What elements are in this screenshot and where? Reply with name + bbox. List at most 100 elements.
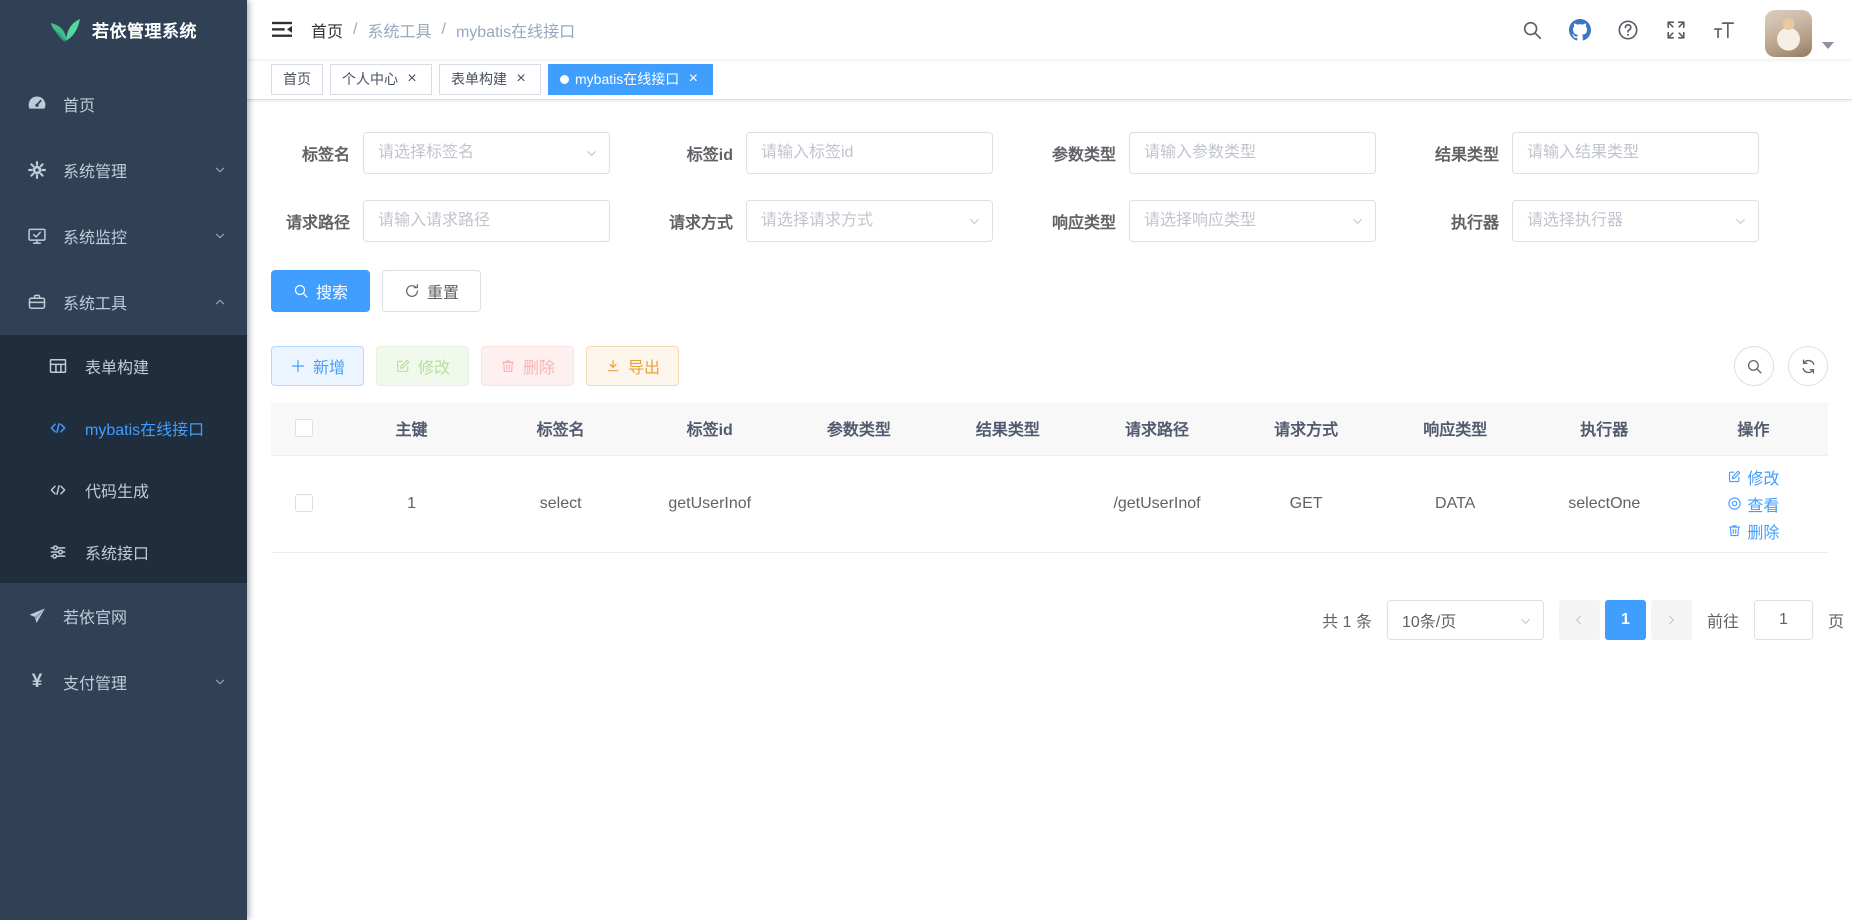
column-header: 主键 xyxy=(337,402,486,455)
yen-icon: ¥ xyxy=(27,671,47,693)
export-button[interactable]: 导出 xyxy=(586,346,679,386)
total-count: 共 1 条 xyxy=(1322,608,1372,632)
filter-form: 标签名 标签id 参数类型 xyxy=(271,132,1828,242)
row-edit-link[interactable]: 修改 xyxy=(1727,465,1779,489)
sidebar-toggle-icon[interactable] xyxy=(247,20,311,40)
fullscreen-icon[interactable] xyxy=(1665,19,1687,41)
reset-button[interactable]: 重置 xyxy=(382,270,481,312)
download-icon xyxy=(605,358,621,374)
filter-param-type: 参数类型 xyxy=(1037,132,1420,174)
link-label: 查看 xyxy=(1747,492,1779,516)
goto-page-input[interactable] xyxy=(1754,600,1813,640)
button-label: 删除 xyxy=(523,354,555,378)
tab-form-build[interactable]: 表单构建 × xyxy=(439,64,541,95)
tab-profile[interactable]: 个人中心 × xyxy=(330,64,432,95)
avatar[interactable] xyxy=(1765,10,1812,57)
sidebar: 若依管理系统 首页 xyxy=(0,0,247,920)
navbar-actions xyxy=(1521,2,1834,57)
add-button[interactable]: 新增 xyxy=(271,346,364,386)
sidebar-item-label: 系统工具 xyxy=(63,290,213,314)
breadcrumb-separator: / xyxy=(441,21,445,39)
gear-icon xyxy=(27,160,47,180)
search-actions: 搜索 重置 xyxy=(271,270,1828,312)
eye-icon xyxy=(1727,496,1742,511)
button-label: 新增 xyxy=(313,354,345,378)
user-menu[interactable] xyxy=(1765,2,1834,57)
tab-mybatis[interactable]: mybatis在线接口 × xyxy=(548,64,713,95)
pager: 1 xyxy=(1559,600,1692,640)
field-label: 执行器 xyxy=(1420,209,1512,233)
cell-label-name: select xyxy=(486,455,635,552)
field-label: 结果类型 xyxy=(1420,141,1512,165)
sidebar-item-system-tools[interactable]: 系统工具 xyxy=(0,269,247,335)
filter-result-type: 结果类型 xyxy=(1420,132,1803,174)
page-size-select[interactable]: 10条/页 xyxy=(1387,600,1544,640)
sidebar-item-system-api[interactable]: 系统接口 xyxy=(0,521,247,583)
search-button[interactable]: 搜索 xyxy=(271,270,370,312)
sidebar-item-form-build[interactable]: 表单构建 xyxy=(0,335,247,397)
request-method-select[interactable] xyxy=(746,200,993,242)
tab-label: mybatis在线接口 xyxy=(575,69,679,89)
sidebar-item-official-site[interactable]: 若依官网 xyxy=(0,583,247,649)
button-label: 搜索 xyxy=(316,279,348,303)
executor-select[interactable] xyxy=(1512,200,1759,242)
font-size-icon[interactable] xyxy=(1713,19,1735,41)
param-type-input[interactable] xyxy=(1129,132,1376,174)
row-delete-link[interactable]: 删除 xyxy=(1727,519,1779,543)
delete-button[interactable]: 删除 xyxy=(481,346,574,386)
refresh-table-button[interactable] xyxy=(1788,346,1828,386)
refresh-icon xyxy=(1800,358,1817,375)
page-number-current[interactable]: 1 xyxy=(1605,600,1646,640)
sidebar-item-payment[interactable]: ¥ 支付管理 xyxy=(0,649,247,715)
result-type-input[interactable] xyxy=(1512,132,1759,174)
github-icon[interactable] xyxy=(1569,19,1591,41)
search-icon[interactable] xyxy=(1521,19,1543,41)
close-icon[interactable]: × xyxy=(513,71,529,87)
row-view-link[interactable]: 查看 xyxy=(1727,492,1779,516)
search-icon xyxy=(293,283,309,299)
cell-request-path: /getUserInof xyxy=(1082,455,1231,552)
toolbox-icon xyxy=(27,292,47,312)
goto-label: 前往 xyxy=(1707,608,1739,632)
sidebar-item-label: 系统接口 xyxy=(85,540,227,564)
close-icon[interactable]: × xyxy=(685,71,701,87)
breadcrumb-current: mybatis在线接口 xyxy=(456,18,575,42)
row-checkbox[interactable] xyxy=(295,494,313,512)
prev-page-button[interactable] xyxy=(1559,600,1600,640)
tab-label: 表单构建 xyxy=(451,69,507,89)
sidebar-item-home[interactable]: 首页 xyxy=(0,71,247,137)
sidebar-item-code-gen[interactable]: 代码生成 xyxy=(0,459,247,521)
label-id-input[interactable] xyxy=(746,132,993,174)
breadcrumb-home[interactable]: 首页 xyxy=(311,18,343,42)
sidebar-item-label: 代码生成 xyxy=(85,478,227,502)
close-icon[interactable]: × xyxy=(404,71,420,87)
cell-result-type xyxy=(933,455,1082,552)
plus-icon xyxy=(290,358,306,374)
sidebar-item-label: 首页 xyxy=(63,92,227,116)
link-label: 修改 xyxy=(1747,465,1779,489)
field-label: 响应类型 xyxy=(1037,209,1129,233)
sidebar-item-mybatis[interactable]: mybatis在线接口 xyxy=(0,397,247,459)
tab-home[interactable]: 首页 xyxy=(271,64,323,95)
button-label: 修改 xyxy=(418,354,450,378)
button-label: 重置 xyxy=(427,279,459,303)
response-type-select[interactable] xyxy=(1129,200,1376,242)
help-icon[interactable] xyxy=(1617,19,1639,41)
column-header: 参数类型 xyxy=(784,402,933,455)
table-row[interactable]: 1 select getUserInof /getUserInof GET DA… xyxy=(271,455,1828,552)
next-page-button[interactable] xyxy=(1651,600,1692,640)
tab-label: 个人中心 xyxy=(342,69,398,89)
toggle-search-button[interactable] xyxy=(1734,346,1774,386)
request-path-input[interactable] xyxy=(363,200,610,242)
label-name-select[interactable] xyxy=(363,132,610,174)
select-all-checkbox[interactable] xyxy=(295,419,313,437)
cell-executor: selectOne xyxy=(1530,455,1679,552)
search-icon xyxy=(1746,358,1763,375)
edit-button[interactable]: 修改 xyxy=(376,346,469,386)
tab-active-dot xyxy=(560,75,569,84)
edit-icon xyxy=(1727,469,1742,484)
filter-request-method: 请求方式 xyxy=(654,200,1037,242)
sidebar-item-system-monitor[interactable]: 系统监控 xyxy=(0,203,247,269)
sidebar-item-system-mgmt[interactable]: 系统管理 xyxy=(0,137,247,203)
logo[interactable]: 若依管理系统 xyxy=(0,0,247,59)
